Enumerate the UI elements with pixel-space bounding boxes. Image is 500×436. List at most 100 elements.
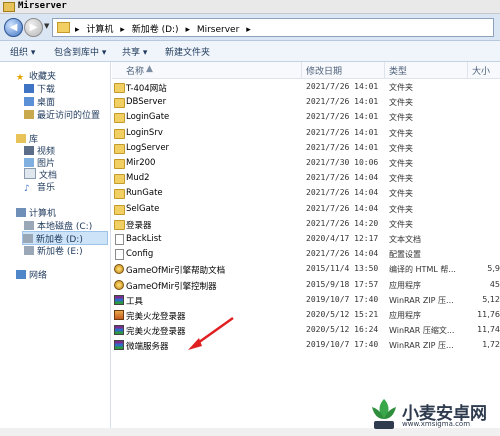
- file-date: 2015/9/18 17:57: [306, 279, 379, 289]
- file-type: 应用程序: [389, 311, 421, 320]
- file-type: 文件夹: [389, 113, 413, 123]
- watermark-logo-icon: [372, 399, 396, 429]
- sidebar-item-drive-d[interactable]: 新加卷 (D:): [22, 231, 108, 245]
- file-name: GameOfMir引擎帮助文档: [126, 266, 226, 277]
- document-icon: [115, 234, 124, 245]
- video-icon: [24, 146, 34, 155]
- sidebar-item-computer[interactable]: 计算机: [16, 206, 56, 219]
- include-in-library-button[interactable]: 包含到库中 ▾: [54, 45, 106, 58]
- sort-ascending-icon: ▲: [146, 64, 153, 74]
- watermark: 小麦安卓网 www.xmsigma.com: [368, 395, 500, 436]
- file-type: WinRAR ZIP 压...: [389, 295, 454, 305]
- sidebar-label: 下载: [37, 85, 56, 95]
- file-size: 5,9: [487, 264, 500, 274]
- file-size: 45: [489, 279, 500, 289]
- breadcrumb-drive-d[interactable]: 新加卷 (D:): [132, 25, 179, 35]
- file-row[interactable]: 完美火龙登录器 2020/5/12 16:24 WinRAR 压缩文... 11,74: [112, 323, 500, 338]
- new-folder-button[interactable]: 新建文件夹: [165, 45, 210, 58]
- file-row[interactable]: GameOfMir引擎帮助文档 2015/11/4 13:50 编译的 HTML 帮…: [112, 262, 500, 277]
- chevron-down-icon[interactable]: ▼: [44, 22, 49, 30]
- sidebar-label: 网络: [29, 271, 48, 281]
- column-date[interactable]: 修改日期: [306, 64, 342, 77]
- file-size: 5,12: [482, 294, 500, 304]
- forward-button[interactable]: ▶: [24, 18, 43, 37]
- column-type[interactable]: 类型: [389, 64, 407, 77]
- file-row[interactable]: SelGate 2021/7/26 14:04 文件夹: [112, 202, 500, 217]
- file-row[interactable]: Mud2 2021/7/26 14:04 文件夹: [112, 171, 500, 186]
- file-date: 2021/7/26 14:01: [306, 142, 379, 152]
- drive-icon: [24, 246, 34, 255]
- folder-icon: [114, 159, 125, 169]
- breadcrumb-computer[interactable]: 计算机: [86, 25, 113, 35]
- file-type: 配置设置: [389, 250, 421, 260]
- file-type: 文本文档: [389, 235, 421, 244]
- column-size[interactable]: 大小: [472, 64, 490, 77]
- file-type: 文件夹: [389, 204, 413, 214]
- file-type: 文件夹: [389, 219, 413, 229]
- sidebar-item-pictures[interactable]: 图片: [24, 156, 55, 169]
- file-date: 2021/7/26 14:04: [306, 203, 379, 213]
- breadcrumb-sep: ▸: [246, 25, 251, 35]
- back-button[interactable]: ◀: [4, 18, 23, 37]
- library-icon: [16, 134, 26, 143]
- file-row[interactable]: LoginSrv 2021/7/26 14:01 文件夹: [112, 126, 500, 141]
- file-row[interactable]: T-404网站 2021/7/26 14:01 文件夹: [112, 80, 500, 95]
- sidebar-item-drive-c[interactable]: 本地磁盘 (C:): [24, 219, 92, 232]
- file-row[interactable]: BackList 2020/4/17 12:17 文本文档: [112, 232, 500, 247]
- file-name: GameOfMir引擎控制器: [126, 281, 217, 292]
- file-type: 编译的 HTML 帮...: [389, 265, 456, 275]
- download-icon: [24, 84, 34, 93]
- organize-button[interactable]: 组织 ▾: [10, 45, 35, 58]
- column-name[interactable]: 名称: [126, 64, 144, 77]
- sidebar-item-documents[interactable]: 文档: [24, 168, 57, 181]
- sidebar-item-recent[interactable]: 最近访问的位置: [24, 108, 100, 121]
- file-name: Config: [126, 249, 154, 260]
- column-divider[interactable]: [301, 62, 302, 78]
- file-row[interactable]: 微端服务器 2019/10/7 17:40 WinRAR ZIP 压... 1,72: [112, 338, 500, 353]
- file-row[interactable]: GameOfMir引擎控制器 2015/9/18 17:57 应用程序 45: [112, 278, 500, 293]
- file-row[interactable]: LogServer 2021/7/26 14:01 文件夹: [112, 141, 500, 156]
- folder-icon: [114, 98, 125, 109]
- sidebar-item-library[interactable]: 库: [16, 132, 38, 145]
- breadcrumb: ▸ 计算机 ▸ 新加卷 (D:) ▸ Mirserver ▸: [75, 22, 255, 35]
- file-row[interactable]: LoginGate 2021/7/26 14:01 文件夹: [112, 110, 500, 125]
- file-name: SelGate: [126, 203, 160, 214]
- file-row[interactable]: Config 2021/7/26 14:04 配置设置: [112, 247, 500, 262]
- sidebar-item-drive-e[interactable]: 新加卷 (E:): [24, 244, 83, 257]
- sidebar-item-desktop[interactable]: 桌面: [24, 95, 56, 108]
- file-type: 应用程序: [389, 280, 421, 290]
- folder-icon: [114, 113, 125, 124]
- breadcrumb-sep: ▸: [185, 25, 190, 35]
- sidebar-item-video[interactable]: 视频: [24, 144, 55, 157]
- file-row[interactable]: 完美火龙登录器 2020/5/12 15:21 应用程序 11,76: [112, 308, 500, 323]
- file-row[interactable]: RunGate 2021/7/26 14:04 文件夹: [112, 186, 500, 201]
- column-divider[interactable]: [467, 62, 468, 78]
- address-input[interactable]: ▸ 计算机 ▸ 新加卷 (D:) ▸ Mirserver ▸: [52, 18, 494, 37]
- file-date: 2020/5/12 15:21: [306, 310, 379, 319]
- file-date: 2021/7/26 14:01: [306, 127, 379, 137]
- column-divider[interactable]: [384, 62, 385, 78]
- file-row[interactable]: 登录器 2021/7/26 14:20 文件夹: [112, 217, 500, 232]
- share-button[interactable]: 共享 ▾: [122, 45, 147, 58]
- breadcrumb-mirserver[interactable]: Mirserver: [197, 25, 239, 35]
- file-row[interactable]: 工具 2019/10/7 17:40 WinRAR ZIP 压... 5,12: [112, 293, 500, 308]
- folder-icon: [114, 143, 125, 154]
- file-name: 完美火龙登录器: [126, 327, 186, 338]
- sidebar-item-downloads[interactable]: 下载: [24, 82, 56, 95]
- file-row[interactable]: DBServer 2021/7/26 14:01 文件夹: [112, 95, 500, 110]
- file-name: 登录器: [126, 220, 152, 231]
- file-date: 2015/11/4 13:50: [306, 264, 379, 274]
- file-type: WinRAR 压缩文...: [389, 326, 455, 336]
- file-date: 2019/10/7 17:40: [306, 340, 379, 350]
- file-date: 2020/5/12 16:24: [306, 325, 379, 335]
- sidebar-item-music[interactable]: ♪ 音乐: [24, 180, 55, 194]
- file-type: 文件夹: [389, 83, 413, 92]
- sidebar-label: 桌面: [37, 98, 56, 108]
- folder-icon: [114, 128, 125, 139]
- folder-icon: [114, 204, 125, 215]
- sidebar-item-network[interactable]: 网络: [16, 268, 48, 281]
- sidebar-item-favorites[interactable]: ★ 收藏夹: [16, 69, 56, 83]
- file-date: 2021/7/26 14:20: [306, 218, 379, 228]
- file-row[interactable]: Mir200 2021/7/30 10:06 文件夹: [112, 156, 500, 171]
- winrar-icon: [114, 325, 124, 336]
